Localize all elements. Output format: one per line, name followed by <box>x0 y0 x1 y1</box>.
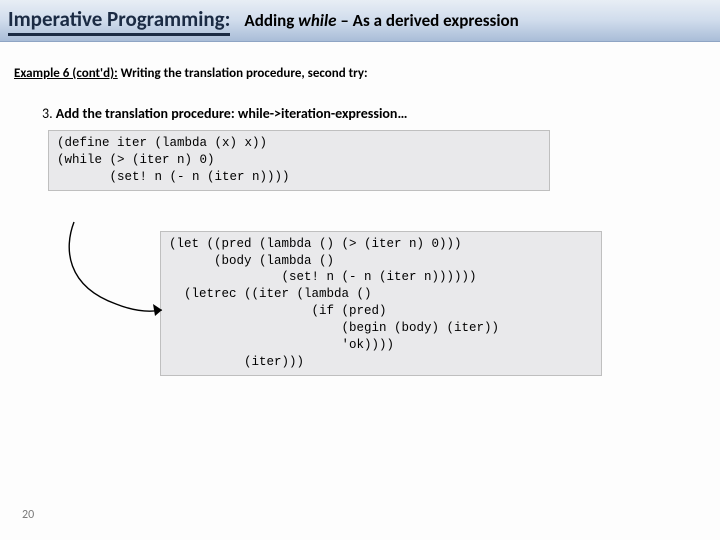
translation-arrow <box>56 218 176 328</box>
title-right-prefix: Adding <box>244 10 298 31</box>
title-left: Imperative Programming: <box>8 6 230 36</box>
step-line: 3. Add the translation procedure: while-… <box>42 105 720 122</box>
subtitle-label: Example 6 (cont'd): <box>14 66 118 81</box>
title-right: Adding while – As a derived expression <box>244 10 518 31</box>
example-subtitle: Example 6 (cont'd): Writing the translat… <box>14 66 720 81</box>
step-text: Add the translation procedure: while->it… <box>53 105 408 122</box>
page-number: 20 <box>22 508 34 522</box>
title-right-italic: while <box>298 10 336 31</box>
code-block-translated: (let ((pred (lambda () (> (iter n) 0))) … <box>160 231 602 376</box>
subtitle-rest: Writing the translation procedure, secon… <box>118 66 368 81</box>
code-block-source: (define iter (lambda (x) x)) (while (> (… <box>48 130 550 191</box>
title-bar: Imperative Programming: Adding while – A… <box>0 0 720 42</box>
title-right-suffix: – As a derived expression <box>337 10 519 31</box>
step-num: 3. <box>42 105 53 122</box>
